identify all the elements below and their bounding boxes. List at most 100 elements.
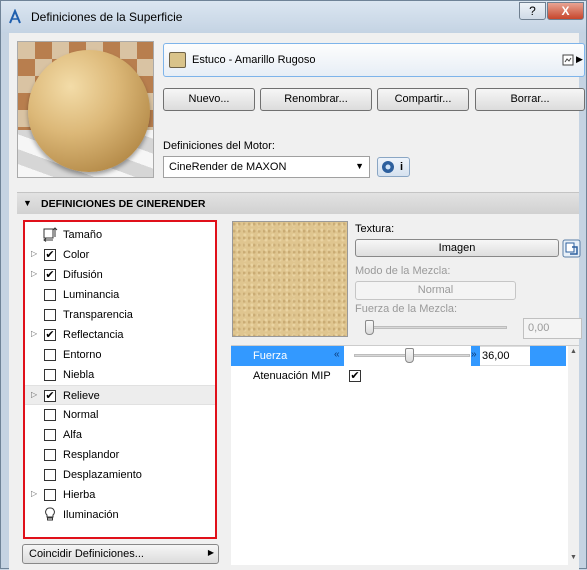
channel-item[interactable]: Luminancia	[25, 285, 215, 305]
strength-thumb[interactable]	[405, 348, 415, 363]
channel-item[interactable]: Desplazamiento	[25, 465, 215, 485]
expand-triangle-icon[interactable]: ▷	[31, 249, 37, 258]
channel-item[interactable]: Iluminación	[25, 505, 215, 525]
material-library-icon[interactable]	[562, 53, 574, 67]
parameters-scrollbar[interactable]: ▲ ▼	[568, 346, 579, 568]
channel-label: Color	[63, 249, 90, 261]
new-button[interactable]: Nuevo...	[163, 88, 255, 111]
scroll-up-icon[interactable]: ▲	[570, 348, 577, 355]
channel-item[interactable]: Normal	[25, 405, 215, 425]
channel-checkbox[interactable]	[44, 349, 56, 361]
engine-info-button[interactable]: i	[377, 157, 410, 177]
material-preview	[17, 41, 154, 178]
channel-label: Desplazamiento	[63, 469, 142, 481]
info-label: i	[400, 161, 404, 173]
channel-checkbox[interactable]	[44, 309, 56, 321]
channel-checkbox[interactable]	[44, 429, 56, 441]
channel-checkbox[interactable]	[44, 449, 56, 461]
match-settings-button[interactable]: Coincidir Definiciones... ▶	[22, 544, 219, 564]
title-bar[interactable]: Definiciones de la Superficie ? X	[1, 1, 586, 33]
channel-item[interactable]: Niebla	[25, 365, 215, 385]
chevron-right-icon[interactable]: »	[471, 349, 477, 360]
channel-label: Relieve	[63, 390, 100, 402]
channel-item[interactable]: Entorno	[25, 345, 215, 365]
blend-strength-slider[interactable]	[365, 326, 507, 329]
expand-triangle-icon[interactable]: ▷	[31, 269, 37, 278]
channel-item[interactable]: Resplandor	[25, 445, 215, 465]
image-button[interactable]: Imagen	[355, 239, 559, 257]
strength-value: 36,00	[482, 350, 510, 362]
texture-link-icon[interactable]	[562, 239, 581, 258]
channel-label: Reflectancia	[63, 329, 124, 341]
mip-falloff-checkbox[interactable]: ✔	[349, 370, 361, 382]
channel-checkbox[interactable]	[44, 369, 56, 381]
surface-settings-window: Definiciones de la Superficie ? X Estuco…	[0, 0, 587, 570]
channel-item[interactable]: ▷ ✔ Relieve	[25, 385, 215, 405]
channel-item[interactable]: ▷ ✔ Color	[25, 245, 215, 265]
channel-label: Luminancia	[63, 289, 120, 301]
delete-button[interactable]: Borrar...	[475, 88, 585, 111]
param-row-mip-falloff[interactable]: Atenuación MIP ✔	[231, 366, 568, 386]
channel-checkbox[interactable]: ✔	[44, 249, 56, 261]
engine-dropdown[interactable]: CineRender de MAXON ▼	[163, 156, 370, 178]
section-title: DEFINICIONES DE CINERENDER	[41, 198, 206, 210]
param-label-cell: Fuerza	[231, 346, 344, 366]
eye-icon	[382, 161, 394, 173]
material-swatch	[169, 52, 186, 68]
channel-item[interactable]: Transparencia	[25, 305, 215, 325]
channel-checkbox[interactable]	[44, 489, 56, 501]
blend-strength-thumb[interactable]	[365, 320, 374, 335]
dialog-content: Estuco - Amarillo Rugoso ▶ Nuevo... Reno…	[9, 33, 585, 570]
row-selection-fill	[530, 346, 566, 366]
material-selector[interactable]: Estuco - Amarillo Rugoso ▶	[163, 43, 585, 77]
material-name: Estuco - Amarillo Rugoso	[192, 54, 316, 66]
param-label: Atenuación MIP	[253, 370, 331, 382]
scroll-down-icon[interactable]: ▼	[570, 554, 577, 561]
share-button[interactable]: Compartir...	[377, 88, 469, 111]
param-row-strength[interactable]: Fuerza « » 36,00	[231, 346, 568, 366]
size-icon	[43, 227, 58, 242]
channel-item[interactable]: Alfa	[25, 425, 215, 445]
blend-mode-select[interactable]: Normal	[355, 281, 516, 300]
close-button[interactable]: X	[547, 2, 584, 20]
lightbulb-icon	[45, 507, 55, 521]
channel-item[interactable]: ▷ Hierba	[25, 485, 215, 505]
blend-strength-field[interactable]: 0,00	[523, 318, 582, 339]
channel-checkbox[interactable]: ✔	[44, 269, 56, 281]
channel-label: Tamaño	[63, 229, 103, 241]
help-button[interactable]: ?	[519, 2, 546, 20]
channel-item[interactable]: ▷ ✔ Reflectancia	[25, 325, 215, 345]
channel-label: Entorno	[63, 349, 102, 361]
chevron-left-icon[interactable]: «	[334, 349, 340, 360]
param-label: Fuerza	[253, 350, 288, 362]
channel-checkbox[interactable]	[44, 409, 56, 421]
channel-label: Hierba	[63, 489, 96, 501]
channel-label: Normal	[63, 409, 99, 421]
collapse-triangle-icon[interactable]: ▼	[23, 198, 32, 208]
chevron-right-icon[interactable]: ▶	[576, 54, 583, 65]
channel-item[interactable]: ▷ ✔ Difusión	[25, 265, 215, 285]
channel-checkbox[interactable]: ✔	[44, 329, 56, 341]
channel-label: Alfa	[63, 429, 82, 441]
texture-preview	[232, 221, 348, 337]
channel-checkbox[interactable]	[44, 469, 56, 481]
parameters-panel: Fuerza « » 36,00 Atenuación MIP ✔	[231, 345, 579, 565]
chevron-right-icon: ▶	[207, 548, 214, 557]
expand-triangle-icon[interactable]: ▷	[31, 390, 37, 399]
channel-tree: Tamaño ▷ ✔ Color ▷ ✔ Difusión Luminancia Transpa…	[23, 220, 217, 539]
channel-checkbox[interactable]: ✔	[44, 390, 56, 402]
expand-triangle-icon[interactable]: ▷	[31, 329, 37, 338]
rename-button[interactable]: Renombrar...	[260, 88, 372, 111]
channel-checkbox[interactable]	[44, 289, 56, 301]
expand-triangle-icon[interactable]: ▷	[31, 489, 37, 498]
cinerender-section-header[interactable]: ▼ DEFINICIONES DE CINERENDER	[17, 192, 579, 214]
channel-label: Difusión	[63, 269, 103, 281]
texture-label: Textura:	[355, 223, 395, 235]
chevron-down-icon: ▼	[355, 161, 364, 171]
channel-label: Resplandor	[63, 449, 120, 461]
channel-label: Transparencia	[63, 309, 133, 321]
channel-item[interactable]: Tamaño	[25, 225, 215, 245]
strength-value-field[interactable]: 36,00	[480, 346, 530, 366]
engine-selected-value: CineRender de MAXON	[169, 161, 287, 173]
preview-sphere	[28, 50, 150, 172]
